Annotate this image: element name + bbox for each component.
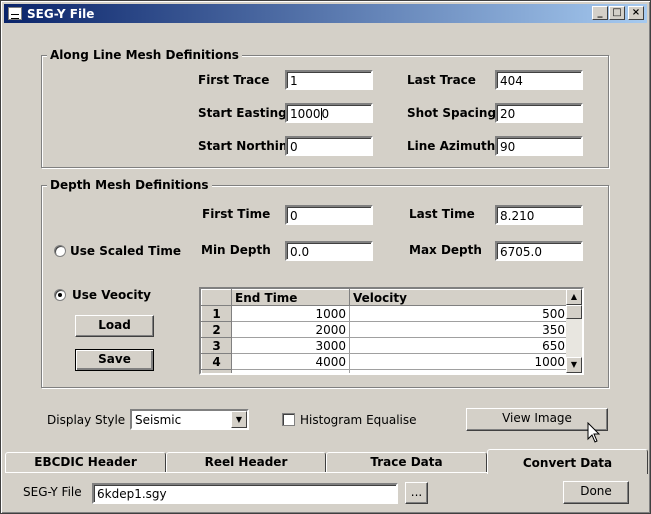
- last-time-field[interactable]: 8.210: [495, 205, 583, 225]
- close-button[interactable]: ×: [628, 6, 644, 20]
- tab-reel-header[interactable]: Reel Header: [166, 452, 326, 472]
- scroll-down-icon[interactable]: ▼: [566, 357, 582, 373]
- table-row[interactable]: 3 3000 650: [201, 337, 569, 354]
- table-row[interactable]: 2 2000 350: [201, 321, 569, 338]
- shot-spacing-field[interactable]: 20: [495, 103, 583, 123]
- load-button[interactable]: Load: [75, 315, 154, 337]
- segy-file-window: SEG-Y File _ □ × Along Line Mesh Definit…: [0, 0, 651, 514]
- row-header[interactable]: 5: [201, 369, 232, 373]
- title-bar: SEG-Y File _ □ ×: [4, 4, 647, 23]
- row-header[interactable]: 1: [201, 305, 232, 322]
- end-time-cell[interactable]: 1000: [231, 305, 350, 322]
- min-depth-field[interactable]: 0.0: [285, 241, 373, 261]
- tab-ebcdic-header[interactable]: EBCDIC Header: [5, 452, 166, 472]
- depth-mesh-title: Depth Mesh Definitions: [47, 178, 212, 192]
- table-header-row: End Time Velocity: [201, 289, 569, 306]
- min-depth-label: Min Depth: [201, 243, 271, 257]
- max-depth-label: Max Depth: [409, 243, 482, 257]
- app-icon: [8, 7, 22, 20]
- corner-cell: [201, 289, 232, 306]
- start-easting-label: Start Easting: [198, 106, 287, 120]
- row-header[interactable]: 4: [201, 353, 232, 370]
- first-time-field[interactable]: 0: [285, 205, 373, 225]
- histogram-equalise-label: Histogram Equalise: [300, 413, 417, 427]
- scroll-thumb[interactable]: [566, 305, 582, 319]
- use-scaled-time-label: Use Scaled Time: [70, 244, 182, 258]
- table-row[interactable]: 5: [201, 369, 569, 373]
- column-header-velocity[interactable]: Velocity: [349, 289, 569, 306]
- column-header-end-time[interactable]: End Time: [231, 289, 350, 306]
- display-style-value: Seismic: [135, 413, 182, 427]
- first-trace-field[interactable]: 1: [285, 70, 373, 90]
- table-row[interactable]: 4 4000 1000: [201, 353, 569, 370]
- max-depth-field[interactable]: 6705.0: [495, 241, 583, 261]
- display-style-select[interactable]: Seismic ▼: [130, 409, 249, 430]
- window-title: SEG-Y File: [27, 6, 95, 21]
- mouse-cursor-icon: [587, 422, 601, 443]
- histogram-equalise-checkbox[interactable]: [282, 413, 295, 426]
- use-velocity-radio[interactable]: [54, 289, 66, 301]
- segy-file-label: SEG-Y File: [23, 485, 82, 499]
- shot-spacing-label: Shot Spacing: [407, 106, 497, 120]
- table-scrollbar[interactable]: ▲ ▼: [566, 289, 582, 373]
- last-trace-field[interactable]: 404: [495, 70, 583, 90]
- velocity-cell[interactable]: 350: [349, 321, 569, 338]
- done-button[interactable]: Done: [563, 481, 629, 504]
- save-button[interactable]: Save: [75, 349, 154, 371]
- end-time-cell[interactable]: 3000: [231, 337, 350, 354]
- segy-file-field[interactable]: 6kdep1.sgy: [92, 483, 398, 504]
- start-easting-field[interactable]: 10000: [285, 103, 373, 123]
- first-time-label: First Time: [202, 207, 271, 221]
- use-velocity-label: Use Veocity: [72, 288, 152, 302]
- tab-trace-data[interactable]: Trace Data: [326, 452, 487, 472]
- tab-convert-data[interactable]: Convert Data: [487, 449, 648, 474]
- maximize-button[interactable]: □: [609, 6, 625, 20]
- first-trace-label: First Trace: [198, 73, 270, 87]
- start-easting-value-b: 0: [321, 107, 330, 121]
- velocity-cell[interactable]: 650: [349, 337, 569, 354]
- use-scaled-time-radio[interactable]: [54, 245, 66, 257]
- chevron-down-icon[interactable]: ▼: [231, 411, 247, 428]
- end-time-cell[interactable]: 4000: [231, 353, 350, 370]
- line-azimuth-field[interactable]: 90: [495, 136, 583, 156]
- start-northing-field[interactable]: 0: [285, 136, 373, 156]
- browse-button[interactable]: ...: [405, 482, 428, 504]
- scroll-up-icon[interactable]: ▲: [566, 289, 582, 305]
- start-easting-value-a: 1000: [290, 107, 321, 121]
- end-time-cell[interactable]: [231, 369, 350, 373]
- display-style-label: Display Style: [47, 413, 126, 427]
- last-trace-label: Last Trace: [407, 73, 476, 87]
- row-header[interactable]: 3: [201, 337, 232, 354]
- line-azimuth-label: Line Azimuth: [407, 139, 496, 153]
- velocity-cell[interactable]: 500: [349, 305, 569, 322]
- row-header[interactable]: 2: [201, 321, 232, 338]
- velocity-cell[interactable]: 1000: [349, 353, 569, 370]
- start-northing-label: Start Northing: [198, 139, 297, 153]
- along-line-title: Along Line Mesh Definitions: [47, 48, 242, 62]
- velocity-cell[interactable]: [349, 369, 569, 373]
- table-row[interactable]: 1 1000 500: [201, 305, 569, 322]
- last-time-label: Last Time: [409, 207, 475, 221]
- minimize-button[interactable]: _: [592, 6, 608, 20]
- end-time-cell[interactable]: 2000: [231, 321, 350, 338]
- velocity-table[interactable]: End Time Velocity 1 1000 500 2 2000 350 …: [199, 287, 584, 375]
